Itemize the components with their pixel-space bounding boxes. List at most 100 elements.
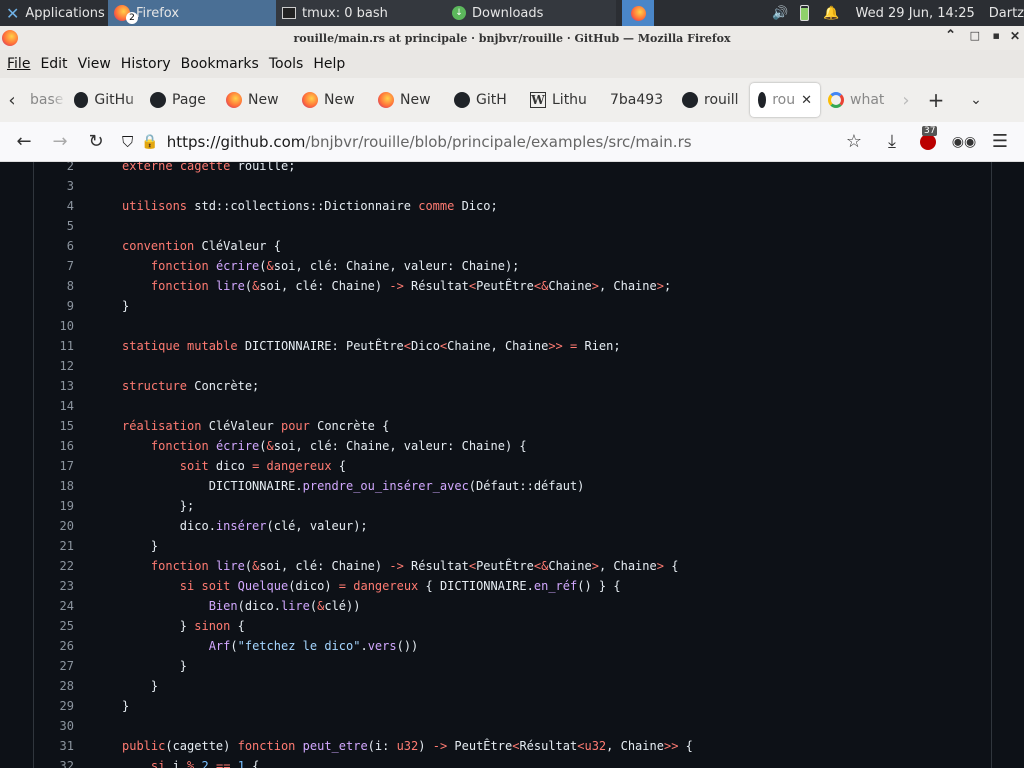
taskbar-tmux[interactable]: tmux: 0 bash xyxy=(276,0,446,26)
list-all-tabs-button[interactable]: ⌄ xyxy=(956,92,996,108)
firefox-icon xyxy=(2,30,18,46)
line-number[interactable]: 30 xyxy=(34,716,74,736)
code-view: 2 externe cagette rouille; 3 4 utilisons std… xyxy=(33,162,992,768)
taskbar-label: Firefox xyxy=(136,5,180,21)
code-line: 19 }; xyxy=(34,496,992,516)
menu-view[interactable]: View xyxy=(73,56,116,72)
maximize-button[interactable]: ▪ xyxy=(993,29,1000,42)
menu-tools[interactable]: Tools xyxy=(264,56,309,72)
volume-icon[interactable]: 🔊 xyxy=(766,6,794,21)
menu-file[interactable]: File xyxy=(2,56,35,72)
back-button[interactable]: ← xyxy=(6,124,42,160)
line-number[interactable]: 2 xyxy=(34,162,74,176)
tab-scroll-right-button[interactable]: › xyxy=(896,90,916,111)
line-number[interactable]: 3 xyxy=(34,176,74,196)
line-number[interactable]: 24 xyxy=(34,596,74,616)
line-number[interactable]: 31 xyxy=(34,736,74,756)
tab-commit[interactable]: 7ba493 xyxy=(598,83,674,117)
line-number[interactable]: 13 xyxy=(34,376,74,396)
line-number[interactable]: 15 xyxy=(34,416,74,436)
url-bar[interactable]: ⛉ 🔒 https://github.com/bnjbvr/rouille/bl… xyxy=(122,126,836,158)
line-number[interactable]: 26 xyxy=(34,636,74,656)
tab-rouille[interactable]: rouill xyxy=(674,83,750,117)
close-button[interactable]: ✕ xyxy=(1010,29,1020,43)
line-number[interactable]: 16 xyxy=(34,436,74,456)
new-tab-button[interactable]: + xyxy=(916,88,956,112)
window-titlebar[interactable]: rouille/main.rs at principale · bnjbvr/r… xyxy=(0,26,1024,50)
line-number[interactable]: 17 xyxy=(34,456,74,476)
extension-icon xyxy=(920,133,936,150)
line-number[interactable]: 9 xyxy=(34,296,74,316)
code-line: 29} xyxy=(34,696,992,716)
line-number[interactable]: 5 xyxy=(34,216,74,236)
url-text[interactable]: https://github.com/bnjbvr/rouille/blob/p… xyxy=(167,133,692,151)
line-number[interactable]: 4 xyxy=(34,196,74,216)
line-number[interactable]: 6 xyxy=(34,236,74,256)
tab-base[interactable]: base xyxy=(24,83,66,117)
applications-menu[interactable]: ✕ Applications xyxy=(0,0,108,26)
downloads-button[interactable]: ⤓ xyxy=(874,124,910,160)
line-number[interactable]: 8 xyxy=(34,276,74,296)
line-number[interactable]: 32 xyxy=(34,756,74,768)
line-number[interactable]: 12 xyxy=(34,356,74,376)
code-line: 6 convention CléValeur { xyxy=(34,236,992,256)
line-number[interactable]: 28 xyxy=(34,676,74,696)
line-number[interactable]: 20 xyxy=(34,516,74,536)
line-number[interactable]: 21 xyxy=(34,536,74,556)
tab-label: Lithu xyxy=(552,92,587,108)
notification-bell-icon[interactable]: 🔔 xyxy=(815,6,847,21)
menu-bookmarks[interactable]: Bookmarks xyxy=(176,56,264,72)
reload-button[interactable]: ↻ xyxy=(78,124,114,160)
code-line: 10 xyxy=(34,316,992,336)
restore-button[interactable]: □ xyxy=(970,29,980,42)
code-line: 7 fonction écrire(&soi, clé: Chaine, val… xyxy=(34,256,992,276)
code-line: 4 utilisons std::collections::Dictionnair… xyxy=(34,196,992,216)
code-line: 13 structure Concrète; xyxy=(34,376,992,396)
line-number[interactable]: 10 xyxy=(34,316,74,336)
workspace-switcher[interactable] xyxy=(622,0,654,26)
line-number[interactable]: 18 xyxy=(34,476,74,496)
line-number[interactable]: 29 xyxy=(34,696,74,716)
line-number[interactable]: 11 xyxy=(34,336,74,356)
extension-button[interactable]: 37 xyxy=(910,124,946,160)
window-title: rouille/main.rs at principale · bnjbvr/r… xyxy=(293,31,731,45)
line-number[interactable]: 23 xyxy=(34,576,74,596)
line-number[interactable]: 19 xyxy=(34,496,74,516)
line-number[interactable]: 14 xyxy=(34,396,74,416)
line-number[interactable]: 25 xyxy=(34,616,74,636)
app-menu-button[interactable]: ☰ xyxy=(982,124,1018,160)
line-number[interactable]: 27 xyxy=(34,656,74,676)
tab-google-search[interactable]: what xyxy=(820,83,896,117)
tab-page[interactable]: Page xyxy=(142,83,218,117)
taskbar-firefox[interactable]: 2 Firefox xyxy=(108,0,276,26)
tab-github[interactable]: GitHu xyxy=(66,83,142,117)
tab-wikipedia[interactable]: W Lithu xyxy=(522,83,598,117)
tab-new-1[interactable]: New xyxy=(218,83,294,117)
tab-active-rouille[interactable]: rou ✕ xyxy=(750,83,820,117)
tab-scroll-left-button[interactable]: ‹ xyxy=(0,90,24,111)
github-icon xyxy=(454,92,470,108)
code-line: 17 soit dico = dangereux { xyxy=(34,456,992,476)
line-number[interactable]: 22 xyxy=(34,556,74,576)
tab-new-3[interactable]: New xyxy=(370,83,446,117)
taskbar-downloads[interactable]: ↓ Downloads xyxy=(446,0,616,26)
clock[interactable]: Wed 29 Jun, 14:25 xyxy=(848,6,983,21)
bookmark-star-icon[interactable]: ☆ xyxy=(836,124,872,160)
lock-icon[interactable]: 🔒 xyxy=(141,134,158,150)
menu-history[interactable]: History xyxy=(116,56,176,72)
line-number[interactable]: 7 xyxy=(34,256,74,276)
menu-bar: File Edit View History Bookmarks Tools H… xyxy=(0,50,1024,78)
user-menu[interactable]: Dartz xyxy=(983,6,1024,21)
minimize-button[interactable]: ⌃ xyxy=(945,28,956,43)
private-mask-icon[interactable]: ◉◉ xyxy=(946,124,982,160)
menu-edit[interactable]: Edit xyxy=(35,56,72,72)
github-icon xyxy=(682,92,698,108)
battery-icon[interactable] xyxy=(800,5,810,21)
tab-new-2[interactable]: New xyxy=(294,83,370,117)
code-line: 16 fonction écrire(&soi, clé: Chaine, va… xyxy=(34,436,992,456)
forward-button[interactable]: → xyxy=(42,124,78,160)
tracking-protection-icon[interactable]: ⛉ xyxy=(122,133,133,151)
tab-github-2[interactable]: GitH xyxy=(446,83,522,117)
menu-help[interactable]: Help xyxy=(308,56,350,72)
tab-close-icon[interactable]: ✕ xyxy=(801,93,812,108)
